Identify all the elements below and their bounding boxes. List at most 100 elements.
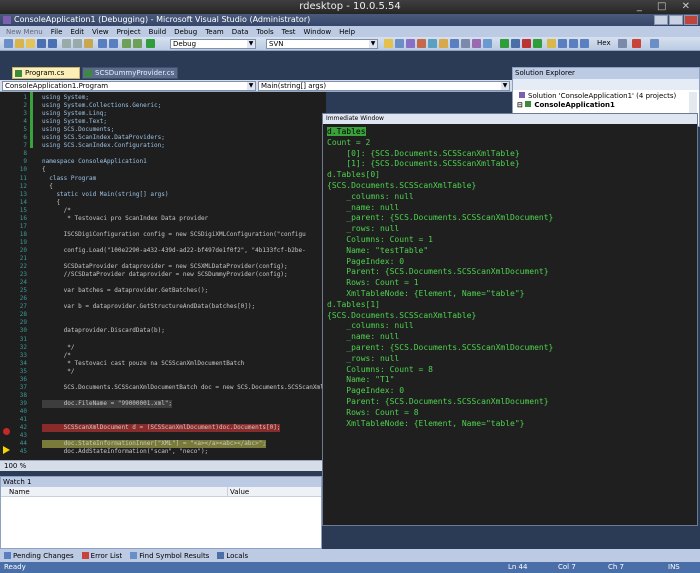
step-over-icon[interactable]: [569, 39, 578, 48]
immediate-line[interactable]: d.Tables[0]: [327, 170, 380, 181]
server-explorer-icon[interactable]: [483, 39, 492, 48]
immediate-line[interactable]: Rows: Count = 1: [327, 278, 418, 289]
tab-locals[interactable]: Locals: [213, 552, 252, 560]
code-line[interactable]: using System;: [42, 94, 89, 102]
menu-tools[interactable]: Tools: [252, 28, 277, 36]
immediate-line[interactable]: _columns: null: [327, 321, 413, 332]
code-line[interactable]: {: [42, 199, 60, 207]
find-icon[interactable]: [384, 39, 393, 48]
immediate-line[interactable]: _rows: null: [327, 224, 399, 235]
add-item-icon[interactable]: [15, 39, 24, 48]
maximize-button[interactable]: [669, 15, 683, 25]
immediate-line[interactable]: Parent: {SCS.Documents.SCSScanXmlDocumen…: [327, 397, 548, 408]
immediate-line[interactable]: PageIndex: 0: [327, 386, 404, 397]
close-button[interactable]: [684, 15, 698, 25]
code-line[interactable]: doc.AddStateInformation("scan", "neco");: [42, 448, 209, 456]
code-line[interactable]: /*: [42, 352, 71, 360]
redo-icon[interactable]: [109, 39, 118, 48]
immediate-line[interactable]: [0]: {SCS.Documents.SCSScanXmlTable}: [327, 149, 519, 160]
member-select[interactable]: Main(string[] args) ▼: [258, 81, 510, 91]
breakpoints-window-icon[interactable]: [618, 39, 627, 48]
code-line[interactable]: static void Main(string[] args): [42, 191, 168, 199]
undo-icon[interactable]: [98, 39, 107, 48]
immediate-window[interactable]: Immediate Window d.Tables Count = 2 [0]: …: [322, 113, 698, 526]
menu-data[interactable]: Data: [228, 28, 253, 36]
new-project-icon[interactable]: [4, 39, 13, 48]
tab-error-list[interactable]: Error List: [78, 552, 127, 560]
menu-new-menu[interactable]: New Menu: [2, 28, 47, 36]
menu-help[interactable]: Help: [335, 28, 359, 36]
code-line[interactable]: var batches = dataprovider.GetBatches();: [42, 287, 209, 295]
code-line[interactable]: using SCS.Documents;: [42, 126, 114, 134]
menu-window[interactable]: Window: [299, 28, 335, 36]
immediate-line[interactable]: _parent: {SCS.Documents.SCSScanXmlDocume…: [327, 213, 553, 224]
start-page-icon[interactable]: [439, 39, 448, 48]
menu-test[interactable]: Test: [278, 28, 300, 36]
cut-icon[interactable]: [62, 39, 71, 48]
immediate-line[interactable]: Name: "testTable": [327, 246, 428, 257]
type-select[interactable]: ConsoleApplication1.Program ▼: [2, 81, 256, 91]
tab-program-cs[interactable]: Program.cs: [12, 67, 80, 79]
immediate-line[interactable]: Rows: Count = 8: [327, 408, 418, 419]
immediate-line[interactable]: {SCS.Documents.SCSScanXmlTable}: [327, 311, 476, 322]
paste-icon[interactable]: [84, 39, 93, 48]
code-line[interactable]: namespace ConsoleApplication1: [42, 158, 147, 166]
immediate-line[interactable]: {SCS.Documents.SCSScanXmlTable}: [327, 181, 476, 192]
object-browser-icon[interactable]: [417, 39, 426, 48]
code-line[interactable]: using System.Linq;: [42, 110, 107, 118]
menu-file[interactable]: File: [47, 28, 67, 36]
solution-explorer-icon[interactable]: [395, 39, 404, 48]
navigate-back-icon[interactable]: [122, 39, 131, 48]
open-file-icon[interactable]: [26, 39, 35, 48]
code-line[interactable]: * Testovaci pro ScanIndex Data provider: [42, 215, 208, 223]
tab-pending-changes[interactable]: Pending Changes: [0, 552, 78, 560]
immediate-line[interactable]: _rows: null: [327, 354, 399, 365]
start-debugging-icon[interactable]: [500, 39, 509, 48]
menu-build[interactable]: Build: [145, 28, 171, 36]
menu-team[interactable]: Team: [201, 28, 228, 36]
immediate-line[interactable]: _columns: null: [327, 192, 413, 203]
immediate-line[interactable]: XmlTableNode: {Element, Name="table"}: [327, 289, 524, 300]
toolbox-icon[interactable]: [428, 39, 437, 48]
immediate-line[interactable]: d.Tables: [327, 127, 366, 138]
solution-node[interactable]: Solution 'ConsoleApplication1' (4 projec…: [519, 92, 676, 100]
immediate-line[interactable]: PageIndex: 0: [327, 257, 404, 268]
minimize-button[interactable]: [654, 15, 668, 25]
code-line[interactable]: * Testovaci cast pouze na SCSScanXmlDocu…: [42, 360, 244, 368]
immediate-line[interactable]: Columns: Count = 8: [327, 365, 433, 376]
break-all-icon[interactable]: [511, 39, 520, 48]
watch-col-value[interactable]: Value: [227, 487, 249, 497]
code-line[interactable]: SCS.Documents.SCSScanXmlDocumentBatch do…: [42, 384, 324, 392]
breakpoint-icon[interactable]: [3, 428, 10, 435]
immediate-line[interactable]: _parent: {SCS.Documents.SCSScanXmlDocume…: [327, 343, 553, 354]
platform-select[interactable]: SVN ▼: [266, 39, 378, 49]
output-icon[interactable]: [632, 39, 641, 48]
code-line[interactable]: {: [42, 166, 46, 174]
immediate-line[interactable]: [1]: {SCS.Documents.SCSScanXmlTable}: [327, 159, 519, 170]
immediate-line[interactable]: Count = 2: [327, 138, 370, 149]
code-line[interactable]: {: [42, 183, 53, 191]
menu-debug[interactable]: Debug: [170, 28, 201, 36]
code-line[interactable]: */: [42, 368, 74, 376]
properties-icon[interactable]: [406, 39, 415, 48]
code-line[interactable]: config.Load("100e2290-a432-439d-ad22-bf4…: [42, 247, 306, 255]
continue-icon[interactable]: [146, 39, 155, 48]
menu-view[interactable]: View: [88, 28, 113, 36]
stop-debugging-icon[interactable]: [522, 39, 531, 48]
immediate-line[interactable]: Columns: Count = 1: [327, 235, 433, 246]
code-line[interactable]: using System.Text;: [42, 118, 107, 126]
immediate-line[interactable]: d.Tables[1]: [327, 300, 380, 311]
zoom-level[interactable]: 100 %: [4, 462, 26, 470]
tab-scsdummyprovider-cs[interactable]: SCSDummyProvider.cs: [82, 67, 178, 79]
code-line[interactable]: //SCSDataProvider dataprovider = new SCS…: [42, 271, 288, 279]
hex-display-button[interactable]: Hex: [597, 39, 611, 47]
watch-col-name[interactable]: Name: [9, 487, 30, 497]
code-line[interactable]: */: [42, 344, 74, 352]
copy-icon[interactable]: [73, 39, 82, 48]
menu-project[interactable]: Project: [113, 28, 145, 36]
solution-config-select[interactable]: Debug ▼: [170, 39, 256, 49]
navigate-forward-icon[interactable]: [133, 39, 142, 48]
save-all-icon[interactable]: [48, 39, 57, 48]
code-editor[interactable]: 1 2 3 4 5 6 7 8 9 10 11 12 13 14 15 16 17 18 19 20 21 22 23 24 2…: [0, 92, 326, 460]
code-line[interactable]: class Program: [42, 175, 96, 183]
